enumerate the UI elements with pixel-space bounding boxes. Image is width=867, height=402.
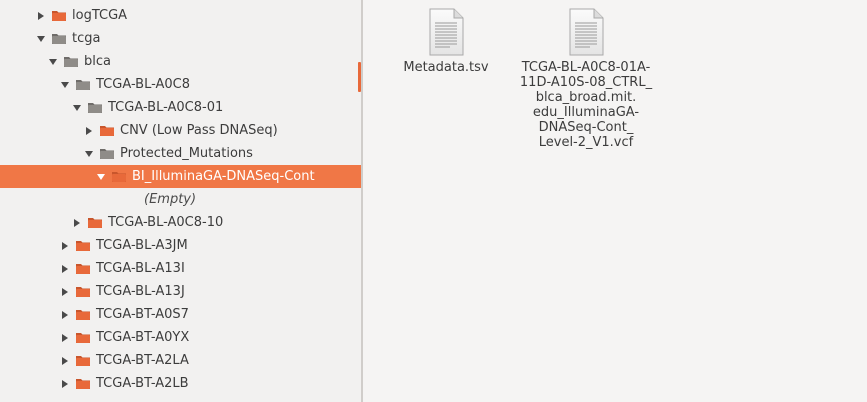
orange-folder-icon [75,285,91,298]
collapsed-triangle-icon[interactable] [83,125,95,137]
tree-row[interactable]: TCGA-BT-A0YX [0,326,361,349]
tree-row[interactable]: TCGA-BL-A0C8-10 [0,211,361,234]
tree-row[interactable]: TCGA-BT-A2LA [0,349,361,372]
text-document-icon [426,8,466,56]
tree-row[interactable]: logTCGA [0,4,361,27]
tree-row[interactable]: TCGA-BL-A13J [0,280,361,303]
tree-row-label: TCGA-BL-A0C8 [96,77,191,92]
collapsed-triangle-icon[interactable] [59,332,71,344]
tree-row-label: logTCGA [72,8,128,23]
orange-folder-icon [51,9,67,22]
expanded-triangle-icon[interactable] [95,171,107,183]
tree-row[interactable]: TCGA-BT-A0S7 [0,303,361,326]
collapsed-triangle-icon[interactable] [59,309,71,321]
gray-folder-icon [99,147,115,160]
orange-folder-icon [75,239,91,252]
tree-row-label: TCGA-BL-A13J [96,284,185,299]
file-name-label: TCGA-BL-A0C8-01A- 11D-A10S-08_CTRL_ blca… [519,60,653,150]
tree-row[interactable]: TCGA-BL-A3JM [0,234,361,257]
tree-row[interactable]: TCGA-BL-A0C8-01 [0,96,361,119]
orange-folder-icon [75,308,91,321]
tree-row[interactable]: blca [0,50,361,73]
tree-row-label: blca [84,54,111,69]
file-item[interactable]: Metadata.tsv [376,8,516,75]
empty-placeholder-label: (Empty) [144,192,197,207]
orange-folder-icon [87,216,103,229]
orange-folder-icon [75,262,91,275]
tree-row[interactable]: tcga [0,27,361,50]
tree-row[interactable]: TCGA-BL-A13I [0,257,361,280]
expanded-triangle-icon[interactable] [83,148,95,160]
tree-row[interactable]: TCGA-BL-A0C8 [0,73,361,96]
orange-folder-icon [75,331,91,344]
tree-row-label: TCGA-BT-A0S7 [96,307,189,322]
gray-folder-icon [75,78,91,91]
tree-row[interactable]: Protected_Mutations [0,142,361,165]
collapsed-triangle-icon[interactable] [59,240,71,252]
tree-row-label: TCGA-BL-A3JM [96,238,188,253]
file-item[interactable]: TCGA-BL-A0C8-01A- 11D-A10S-08_CTRL_ blca… [516,8,656,150]
orange-folder-icon [99,124,115,137]
collapsed-triangle-icon[interactable] [59,355,71,367]
expanded-triangle-icon[interactable] [71,102,83,114]
orange-folder-icon [75,354,91,367]
file-name-label: Metadata.tsv [403,60,489,75]
tree-row-label: TCGA-BT-A2LA [96,353,189,368]
tree-row[interactable]: BI_IlluminaGA-DNASeq-Cont [0,165,361,188]
expanded-triangle-icon[interactable] [59,79,71,91]
gray-folder-icon [87,101,103,114]
tree-row-label: TCGA-BL-A0C8-10 [108,215,224,230]
tree-row-label: BI_IlluminaGA-DNASeq-Cont [132,169,315,184]
tree-row[interactable]: CNV (Low Pass DNASeq) [0,119,361,142]
collapsed-triangle-icon[interactable] [59,378,71,390]
expanded-triangle-icon[interactable] [35,33,47,45]
expanded-triangle-icon[interactable] [47,56,59,68]
tree-row-label: tcga [72,31,101,46]
tree-row-label: TCGA-BL-A0C8-01 [108,100,224,115]
orange-folder-icon [75,377,91,390]
tree-row[interactable]: (Empty) [0,188,361,211]
text-document-icon [566,8,606,56]
gray-folder-icon [63,55,79,68]
tree-row-label: Protected_Mutations [120,146,253,161]
tree-row[interactable]: TCGA-BT-A2LB [0,372,361,395]
folder-tree-sidebar: logTCGA tcga blca TCGA-BL-A0C8 TCGA-BL-A… [0,0,361,402]
collapsed-triangle-icon[interactable] [71,217,83,229]
tree-row-label: TCGA-BL-A13I [96,261,185,276]
collapsed-triangle-icon[interactable] [59,263,71,275]
tree-row-label: TCGA-BT-A2LB [96,376,189,391]
orange-folder-icon [111,170,127,183]
gray-folder-icon [51,32,67,45]
file-view-pane: Metadata.tsv TCGA-BL-A0C8-01A- 11D-A10S-… [363,0,867,402]
collapsed-triangle-icon[interactable] [59,286,71,298]
tree-row-label: CNV (Low Pass DNASeq) [120,123,278,138]
collapsed-triangle-icon[interactable] [35,10,47,22]
tree-row-label: TCGA-BT-A0YX [96,330,190,345]
